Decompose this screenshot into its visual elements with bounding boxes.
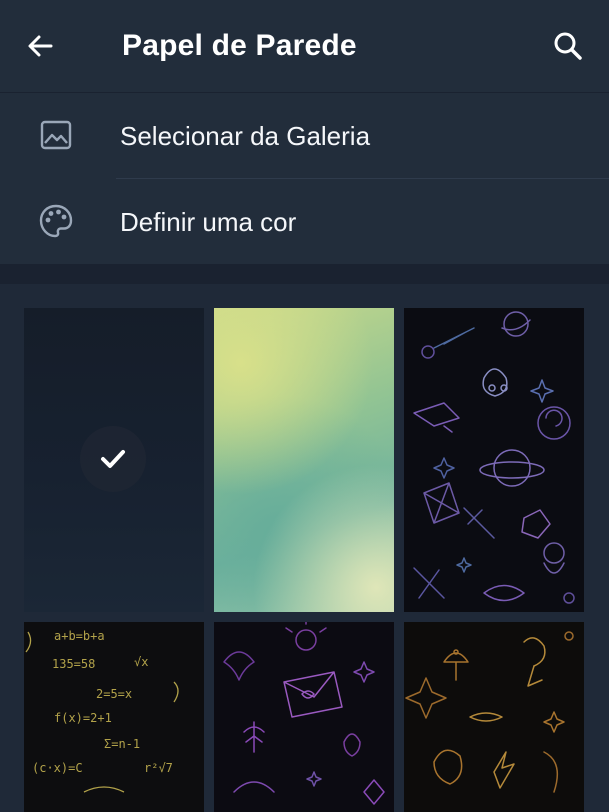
menu-item-label: Selecionar da Galeria [120,121,371,151]
wallpaper-tile-green-gradient[interactable] [214,308,394,612]
palette-icon [36,201,76,241]
purple-doodle-pattern [223,622,385,805]
menu-item-set-color[interactable]: Definir uma cor [0,179,609,265]
wallpaper-options-menu: Selecionar da Galeria Definir uma cor [0,92,609,265]
image-icon [36,115,76,155]
menu-item-label: Definir uma cor [120,207,297,237]
math-text: r²√7 [144,761,173,775]
section-divider [0,264,609,284]
menu-item-select-from-gallery[interactable]: Selecionar da Galeria [0,93,609,179]
checkmark-icon [101,450,125,468]
space-doodle-pattern [413,311,575,604]
search-icon [554,32,582,60]
back-button[interactable] [20,26,60,66]
arrow-left-icon [28,35,53,57]
math-text: f(x)=2+1 [54,711,112,725]
math-text: Σ=n-1 [104,737,140,751]
math-text: 135=58 [52,657,95,671]
wallpaper-tile-dark[interactable] [24,308,204,612]
wallpaper-tile-purple-doodles[interactable] [214,622,394,812]
math-text: (c·x)=C [32,761,83,775]
math-text: 2=5=x [96,687,132,701]
search-button[interactable] [546,26,590,66]
wallpaper-tile-gold-doodles[interactable] [404,622,584,812]
wallpaper-tile-space-doodles[interactable] [404,308,584,612]
app-header: Papel de Parede [0,0,609,92]
gold-doodle-pattern [405,631,574,793]
math-text: a+b=b+a [54,629,105,643]
page-title: Papel de Parede [122,29,357,62]
selected-check [80,426,146,492]
math-text: √x [134,655,148,669]
math-doodle-pattern: a+b=b+a 135=58 √x 2=5=x f(x)=2+1 Σ=n-1 (… [25,629,179,793]
wallpaper-tile-math-doodles[interactable]: a+b=b+a 135=58 √x 2=5=x f(x)=2+1 Σ=n-1 (… [24,622,204,812]
